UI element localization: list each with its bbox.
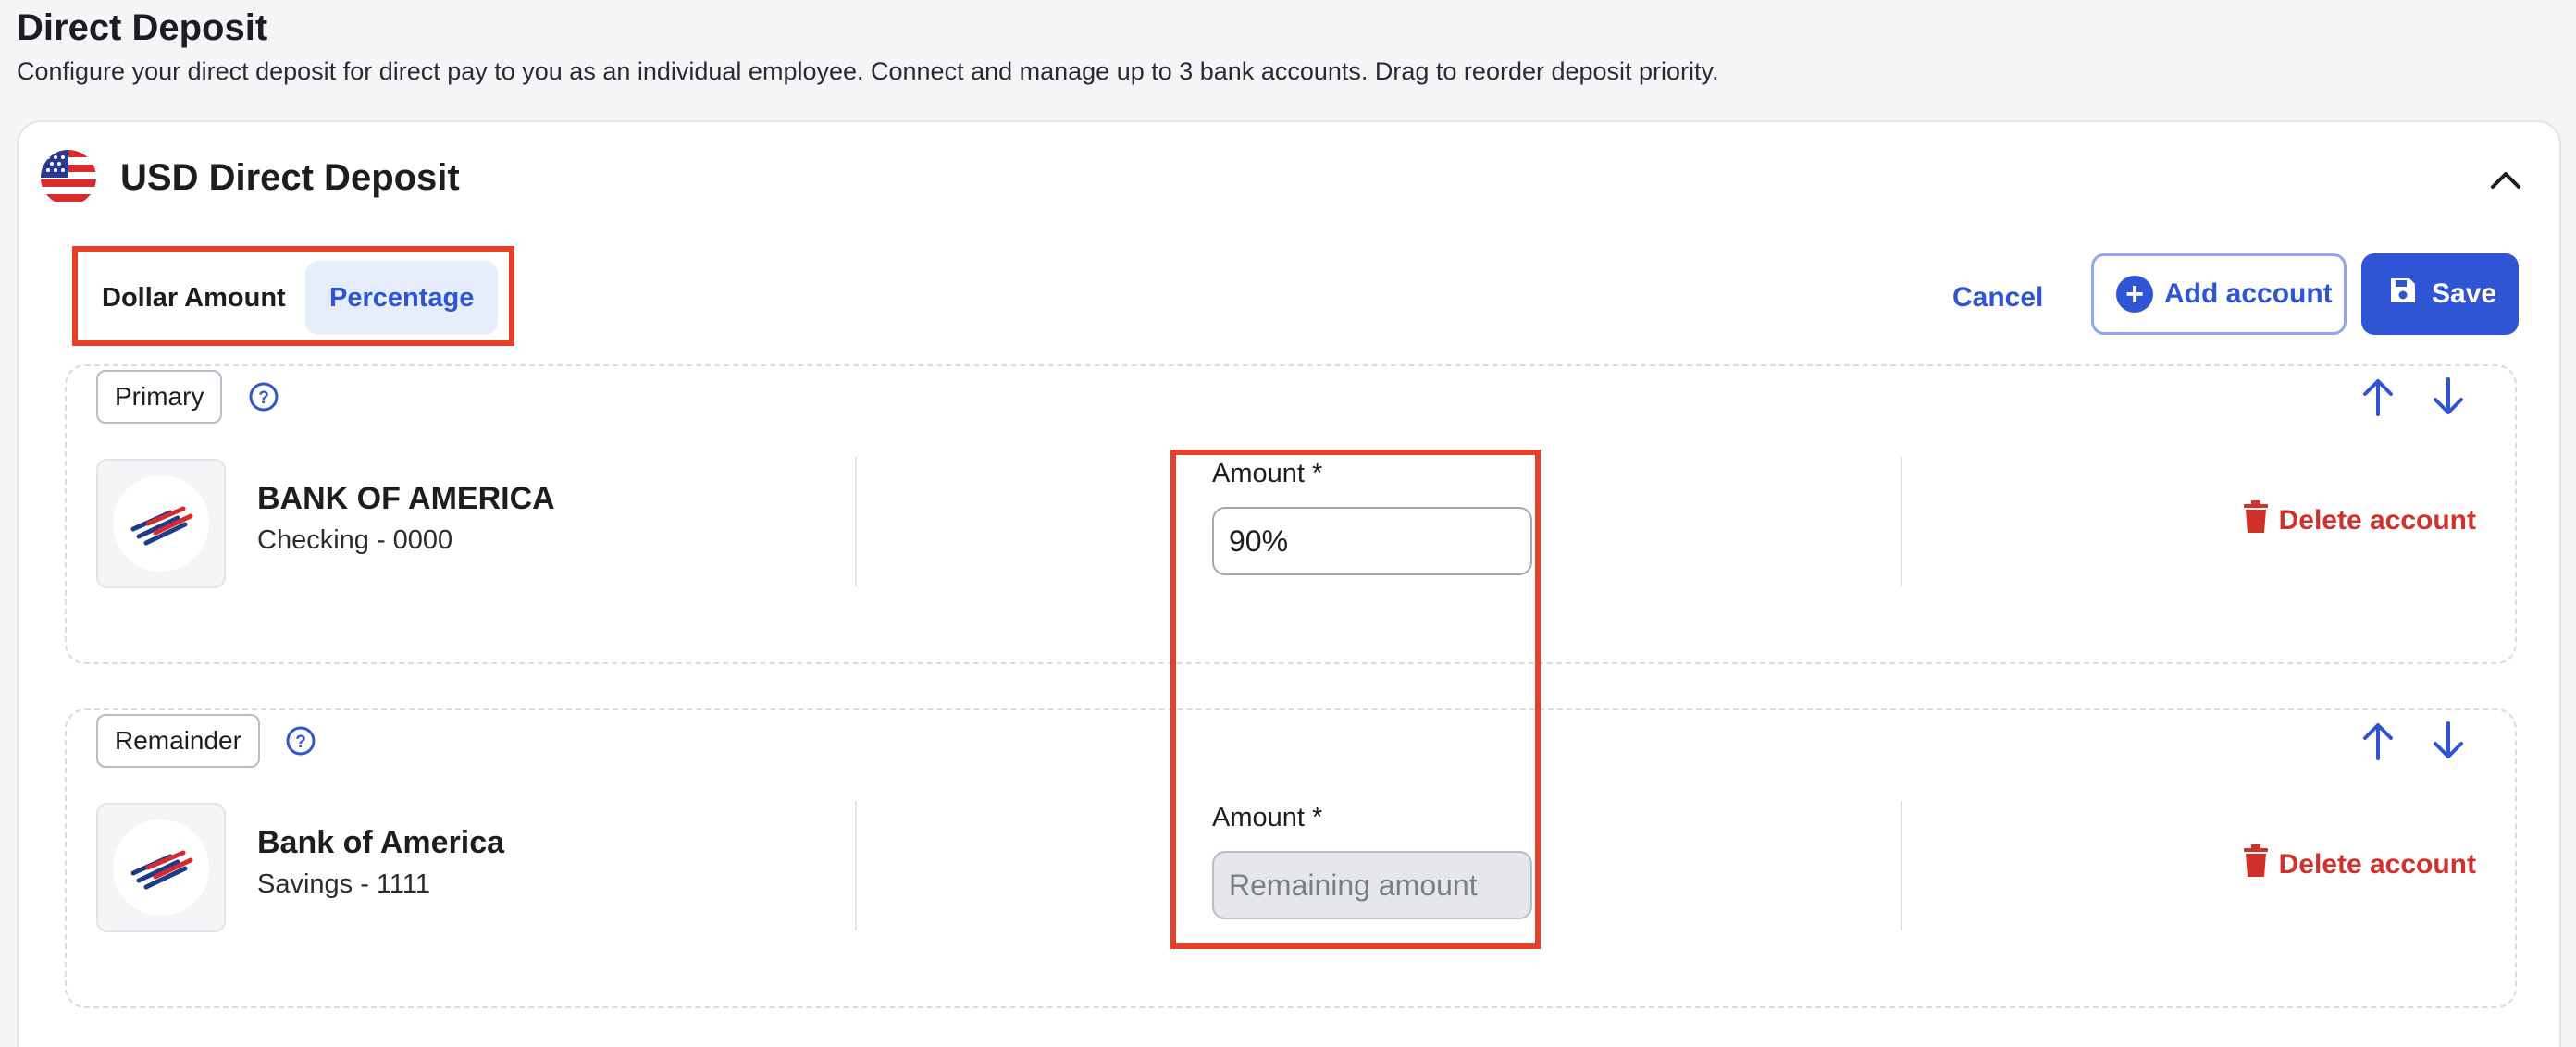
move-down-arrow-icon[interactable] [2430, 720, 2467, 762]
account-type-number: Savings - 1111 [257, 869, 430, 899]
bank-of-america-logo-icon [130, 850, 193, 890]
help-circle-icon[interactable]: ? [285, 725, 316, 757]
plus-circle-icon: + [2116, 276, 2153, 313]
delete-account-button[interactable]: Delete account [2242, 498, 2476, 544]
help-circle-icon[interactable]: ? [248, 381, 279, 413]
save-button[interactable]: Save [2361, 253, 2519, 335]
account-row-remainder[interactable]: Remainder ? Bank of America Savings - 11… [65, 708, 2517, 1008]
move-up-arrow-icon[interactable] [2359, 720, 2396, 762]
divider [855, 801, 857, 930]
bank-logo [96, 459, 226, 588]
delete-account-label: Delete account [2278, 849, 2476, 880]
divider [1901, 801, 1902, 930]
delete-account-label: Delete account [2278, 505, 2476, 536]
chevron-up-icon[interactable] [2489, 163, 2522, 196]
move-down-arrow-icon[interactable] [2430, 376, 2467, 418]
page-title: Direct Deposit [17, 7, 268, 48]
priority-tag: Primary [96, 370, 223, 424]
page-description: Configure your direct deposit for direct… [17, 57, 1719, 85]
usd-direct-deposit-card: USD Direct Deposit Dollar Amount Percent… [17, 120, 2561, 1047]
bank-name: Bank of America [257, 825, 505, 860]
trash-icon [2242, 500, 2270, 541]
bank-logo [96, 803, 226, 932]
priority-tag: Remainder [96, 714, 260, 768]
card-title: USD Direct Deposit [120, 157, 460, 198]
amount-input-disabled[interactable]: Remaining amount [1212, 851, 1532, 919]
floppy-disk-icon [2387, 275, 2419, 314]
amount-label: Amount * [1212, 803, 1323, 832]
add-account-button[interactable]: + Add account [2091, 253, 2347, 335]
amount-label: Amount * [1212, 459, 1323, 488]
toggle-percentage[interactable]: Percentage [305, 261, 499, 335]
account-row-primary[interactable]: Primary ? BANK OF AMERICA Checking - 000… [65, 364, 2517, 664]
amount-input[interactable]: 90% [1212, 507, 1532, 575]
svg-text:?: ? [295, 733, 306, 752]
delete-account-button[interactable]: Delete account [2242, 842, 2476, 888]
trash-icon [2242, 844, 2270, 885]
move-up-arrow-icon[interactable] [2359, 376, 2396, 418]
bank-of-america-logo-icon [130, 506, 193, 546]
svg-text:?: ? [258, 388, 269, 408]
add-account-label: Add account [2164, 278, 2333, 309]
divider [855, 457, 857, 586]
us-flag-icon [41, 150, 96, 205]
account-type-number: Checking - 0000 [257, 525, 453, 555]
save-label: Save [2432, 278, 2497, 309]
toggle-dollar-amount[interactable]: Dollar Amount [78, 261, 310, 335]
divider [1901, 457, 1902, 586]
cancel-button[interactable]: Cancel [1952, 270, 2043, 326]
bank-name: BANK OF AMERICA [257, 481, 555, 516]
amount-type-toggle: Dollar Amount Percentage [72, 246, 514, 346]
